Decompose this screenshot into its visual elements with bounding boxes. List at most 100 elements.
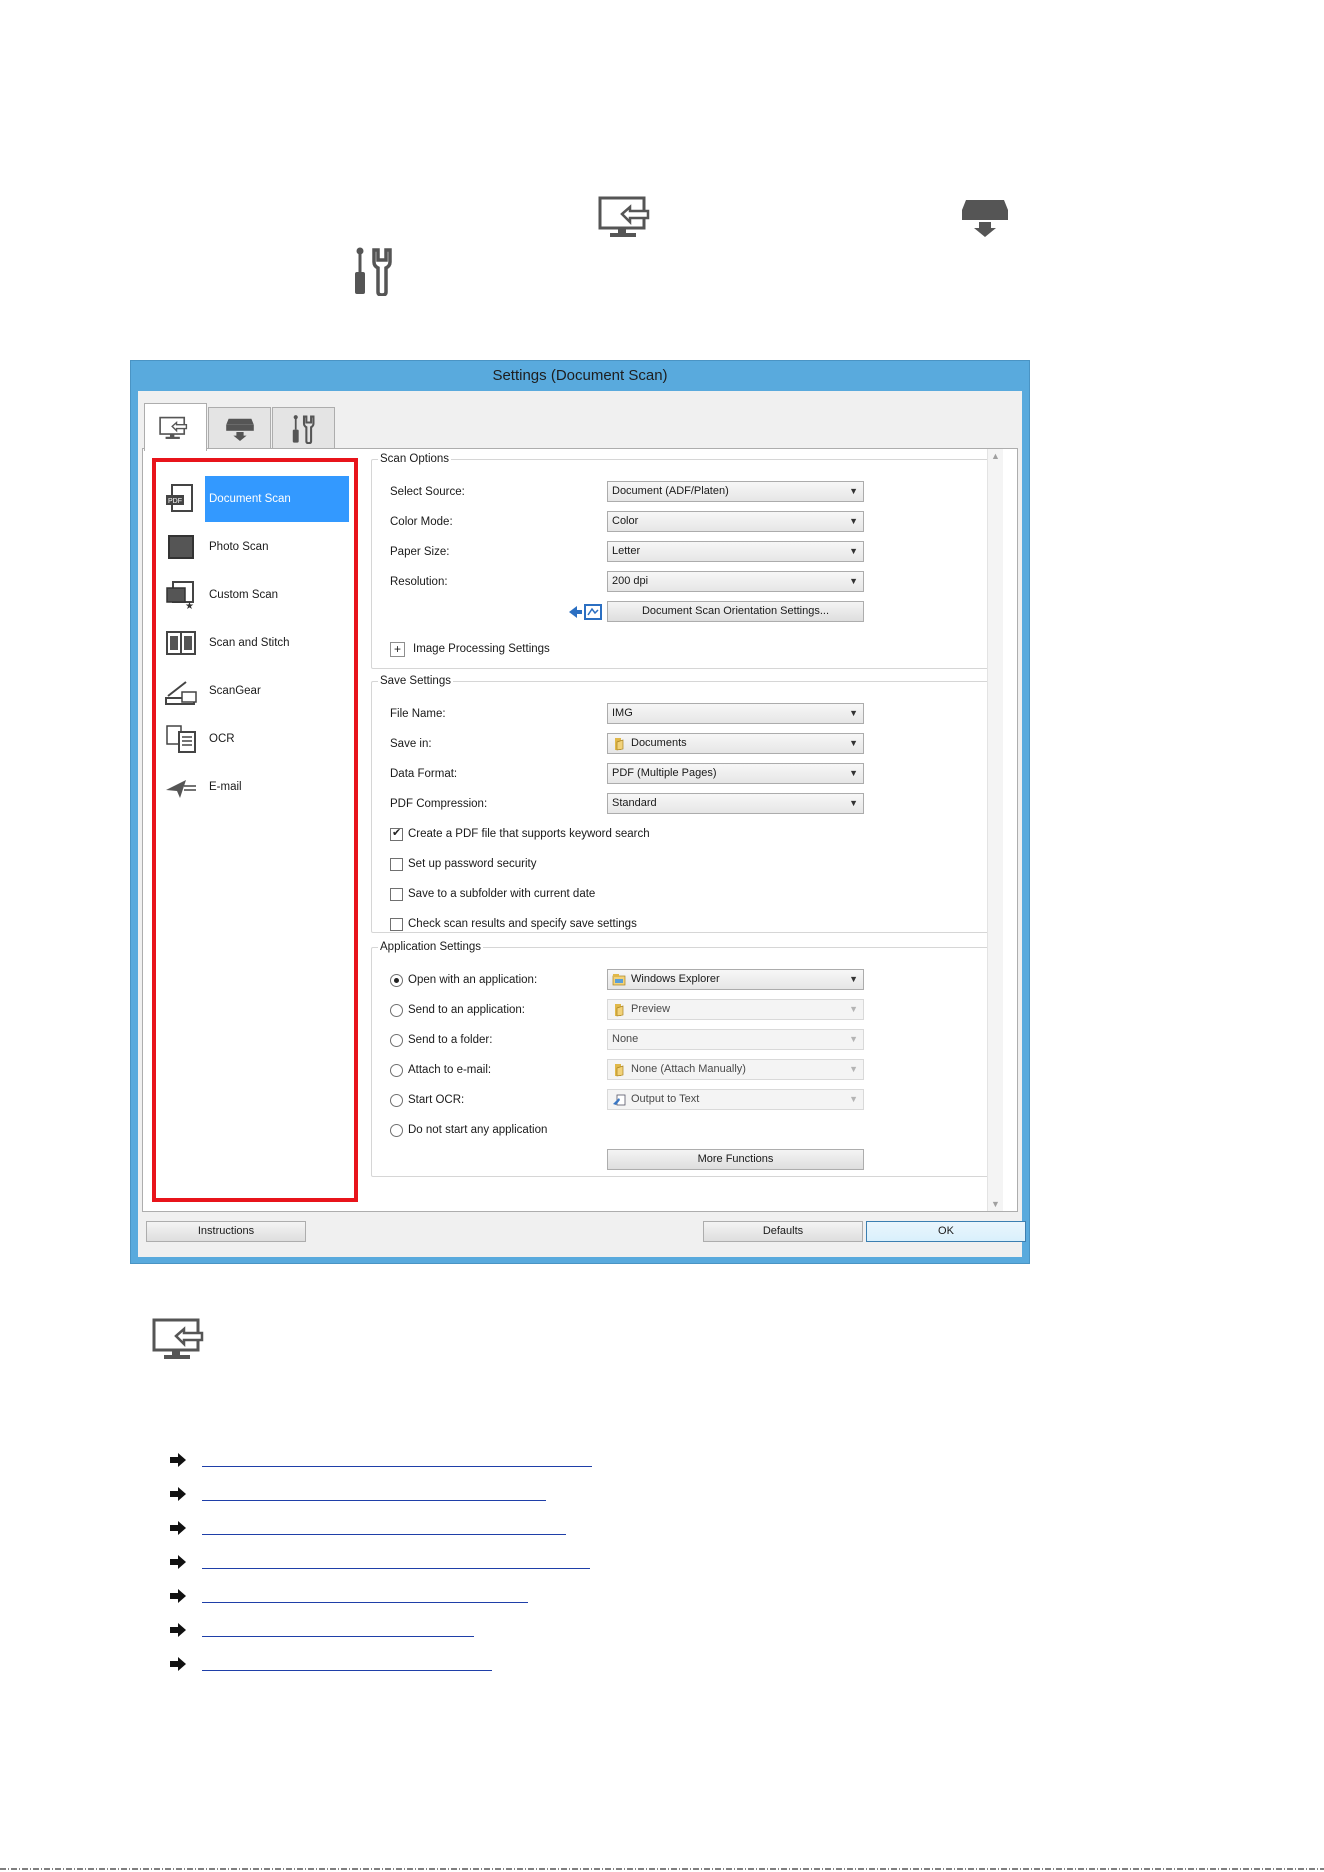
data-format-label: Data Format: — [390, 768, 458, 780]
arrow-right-icon — [170, 1487, 186, 1501]
link-item[interactable] — [170, 1484, 546, 1504]
defaults-button[interactable]: Defaults — [703, 1221, 863, 1242]
color-mode-value: Color — [612, 515, 639, 527]
chevron-down-icon: ▼ — [849, 1094, 858, 1104]
select-source-label: Select Source: — [390, 486, 465, 498]
scroll-up-icon[interactable]: ▲ — [991, 451, 1000, 461]
color-mode-label: Color Mode: — [390, 516, 453, 528]
mode-label: Document Scan — [205, 476, 349, 522]
ok-button[interactable]: OK — [866, 1221, 1026, 1242]
keyword-search-checkbox[interactable] — [390, 826, 403, 841]
open-with-app-value: Windows Explorer — [631, 973, 720, 985]
save-in-value: Documents — [631, 737, 687, 749]
password-checkbox[interactable] — [390, 857, 403, 871]
select-source-dropdown[interactable]: Document (ADF/Platen) ▼ — [607, 481, 864, 502]
subfolder-checkbox-row[interactable]: Save to a subfolder with current date — [390, 883, 595, 905]
chevron-down-icon: ▼ — [849, 798, 858, 808]
scanner-operation-panel-icon — [225, 418, 254, 441]
tab-scan-from-operation-panel[interactable] — [208, 407, 271, 449]
start-ocr-row[interactable]: Start OCR: — [390, 1089, 464, 1111]
send-to-app-dropdown[interactable]: Preview ▼ — [607, 999, 864, 1020]
mode-item-photo-scan[interactable]: Photo Scan — [163, 524, 349, 570]
no-app-row[interactable]: Do not start any application — [390, 1119, 547, 1141]
link-underline[interactable] — [202, 1555, 590, 1569]
subfolder-checkbox[interactable] — [390, 887, 403, 901]
attach-email-radio[interactable] — [390, 1063, 403, 1077]
password-checkbox-row[interactable]: Set up password security — [390, 853, 536, 875]
keyword-search-label: Create a PDF file that supports keyword … — [408, 828, 650, 840]
send-to-folder-dropdown[interactable]: None ▼ — [607, 1029, 864, 1050]
file-name-combo[interactable]: IMG ▼ — [607, 703, 864, 724]
start-ocr-radio[interactable] — [390, 1093, 403, 1107]
chevron-down-icon: ▼ — [849, 708, 858, 718]
start-ocr-value: Output to Text — [631, 1093, 700, 1105]
mode-item-scan-and-stitch[interactable]: Scan and Stitch — [163, 620, 349, 666]
link-item[interactable] — [170, 1552, 590, 1572]
send-to-app-radio[interactable] — [390, 1003, 403, 1017]
tab-panel: PDF Document Scan Photo Scan ★ Custom Sc… — [142, 448, 1018, 1212]
mode-label: Photo Scan — [209, 541, 269, 553]
open-with-app-row[interactable]: Open with an application: — [390, 969, 537, 991]
open-with-app-radio[interactable] — [390, 973, 403, 987]
link-underline[interactable] — [202, 1623, 474, 1637]
color-mode-dropdown[interactable]: Color ▼ — [607, 511, 864, 532]
link-item[interactable] — [170, 1654, 492, 1674]
send-to-folder-row[interactable]: Send to a folder: — [390, 1029, 492, 1051]
pdf-compression-dropdown[interactable]: Standard ▼ — [607, 793, 864, 814]
orientation-settings-button[interactable]: Document Scan Orientation Settings... — [607, 601, 864, 622]
photo-icon — [163, 529, 199, 565]
send-to-folder-radio[interactable] — [390, 1033, 403, 1047]
check-results-checkbox[interactable] — [390, 917, 403, 931]
vertical-scrollbar[interactable]: ▲ ▼ — [987, 449, 1003, 1211]
mode-item-document-scan[interactable]: PDF Document Scan — [163, 476, 349, 522]
scroll-down-icon[interactable]: ▼ — [991, 1199, 1000, 1209]
save-in-dropdown[interactable]: Documents ▼ — [607, 733, 864, 754]
scan-options-legend: Scan Options — [380, 453, 450, 465]
send-to-app-row[interactable]: Send to an application: — [390, 999, 525, 1021]
mode-item-custom-scan[interactable]: ★ Custom Scan — [163, 572, 349, 618]
send-to-app-value: Preview — [631, 1003, 671, 1015]
arrow-right-icon — [170, 1623, 186, 1637]
link-item[interactable] — [170, 1620, 474, 1640]
link-item[interactable] — [170, 1450, 592, 1470]
attach-email-label: Attach to e-mail: — [408, 1064, 492, 1076]
data-format-value: PDF (Multiple Pages) — [612, 767, 717, 779]
arrow-right-icon — [170, 1453, 186, 1467]
data-format-dropdown[interactable]: PDF (Multiple Pages) ▼ — [607, 763, 864, 784]
mode-label: Custom Scan — [209, 589, 279, 601]
check-results-checkbox-row[interactable]: Check scan results and specify save sett… — [390, 913, 637, 935]
application-settings-group: Application Settings Open with an applic… — [371, 941, 995, 1177]
mode-item-email[interactable]: E-mail — [163, 764, 349, 810]
attach-email-value: None (Attach Manually) — [631, 1063, 746, 1075]
more-functions-button[interactable]: More Functions — [607, 1149, 864, 1170]
expand-button[interactable]: + — [390, 641, 405, 657]
attach-email-row[interactable]: Attach to e-mail: — [390, 1059, 491, 1081]
mode-item-ocr[interactable]: OCR — [163, 716, 349, 762]
paper-size-dropdown[interactable]: Letter ▼ — [607, 541, 864, 562]
scan-options-group: Scan Options Select Source: Document (AD… — [371, 453, 995, 669]
link-item[interactable] — [170, 1518, 566, 1538]
chevron-down-icon: ▼ — [849, 768, 858, 778]
arrow-right-icon — [170, 1657, 186, 1671]
link-underline[interactable] — [202, 1589, 528, 1603]
link-underline[interactable] — [202, 1487, 546, 1501]
general-settings-icon — [352, 246, 396, 296]
mode-item-scangear[interactable]: ScanGear — [163, 668, 349, 714]
resolution-dropdown[interactable]: 200 dpi ▼ — [607, 571, 864, 592]
start-ocr-dropdown[interactable]: Output to Text ▼ — [607, 1089, 864, 1110]
folder-icon — [612, 1063, 626, 1077]
windows-explorer-icon — [612, 973, 626, 987]
link-underline[interactable] — [202, 1453, 592, 1467]
tab-scan-from-computer[interactable] — [144, 403, 207, 451]
orientation-icon — [567, 601, 603, 628]
link-item[interactable] — [170, 1586, 528, 1606]
open-with-app-dropdown[interactable]: Windows Explorer ▼ — [607, 969, 864, 990]
keyword-search-checkbox-row[interactable]: Create a PDF file that supports keyword … — [390, 823, 650, 845]
instructions-button[interactable]: Instructions — [146, 1221, 306, 1242]
link-underline[interactable] — [202, 1521, 566, 1535]
attach-email-dropdown[interactable]: None (Attach Manually) ▼ — [607, 1059, 864, 1080]
link-underline[interactable] — [202, 1657, 492, 1671]
no-app-radio[interactable] — [390, 1123, 403, 1137]
tab-general-settings[interactable] — [272, 407, 335, 449]
folder-icon — [612, 737, 626, 751]
